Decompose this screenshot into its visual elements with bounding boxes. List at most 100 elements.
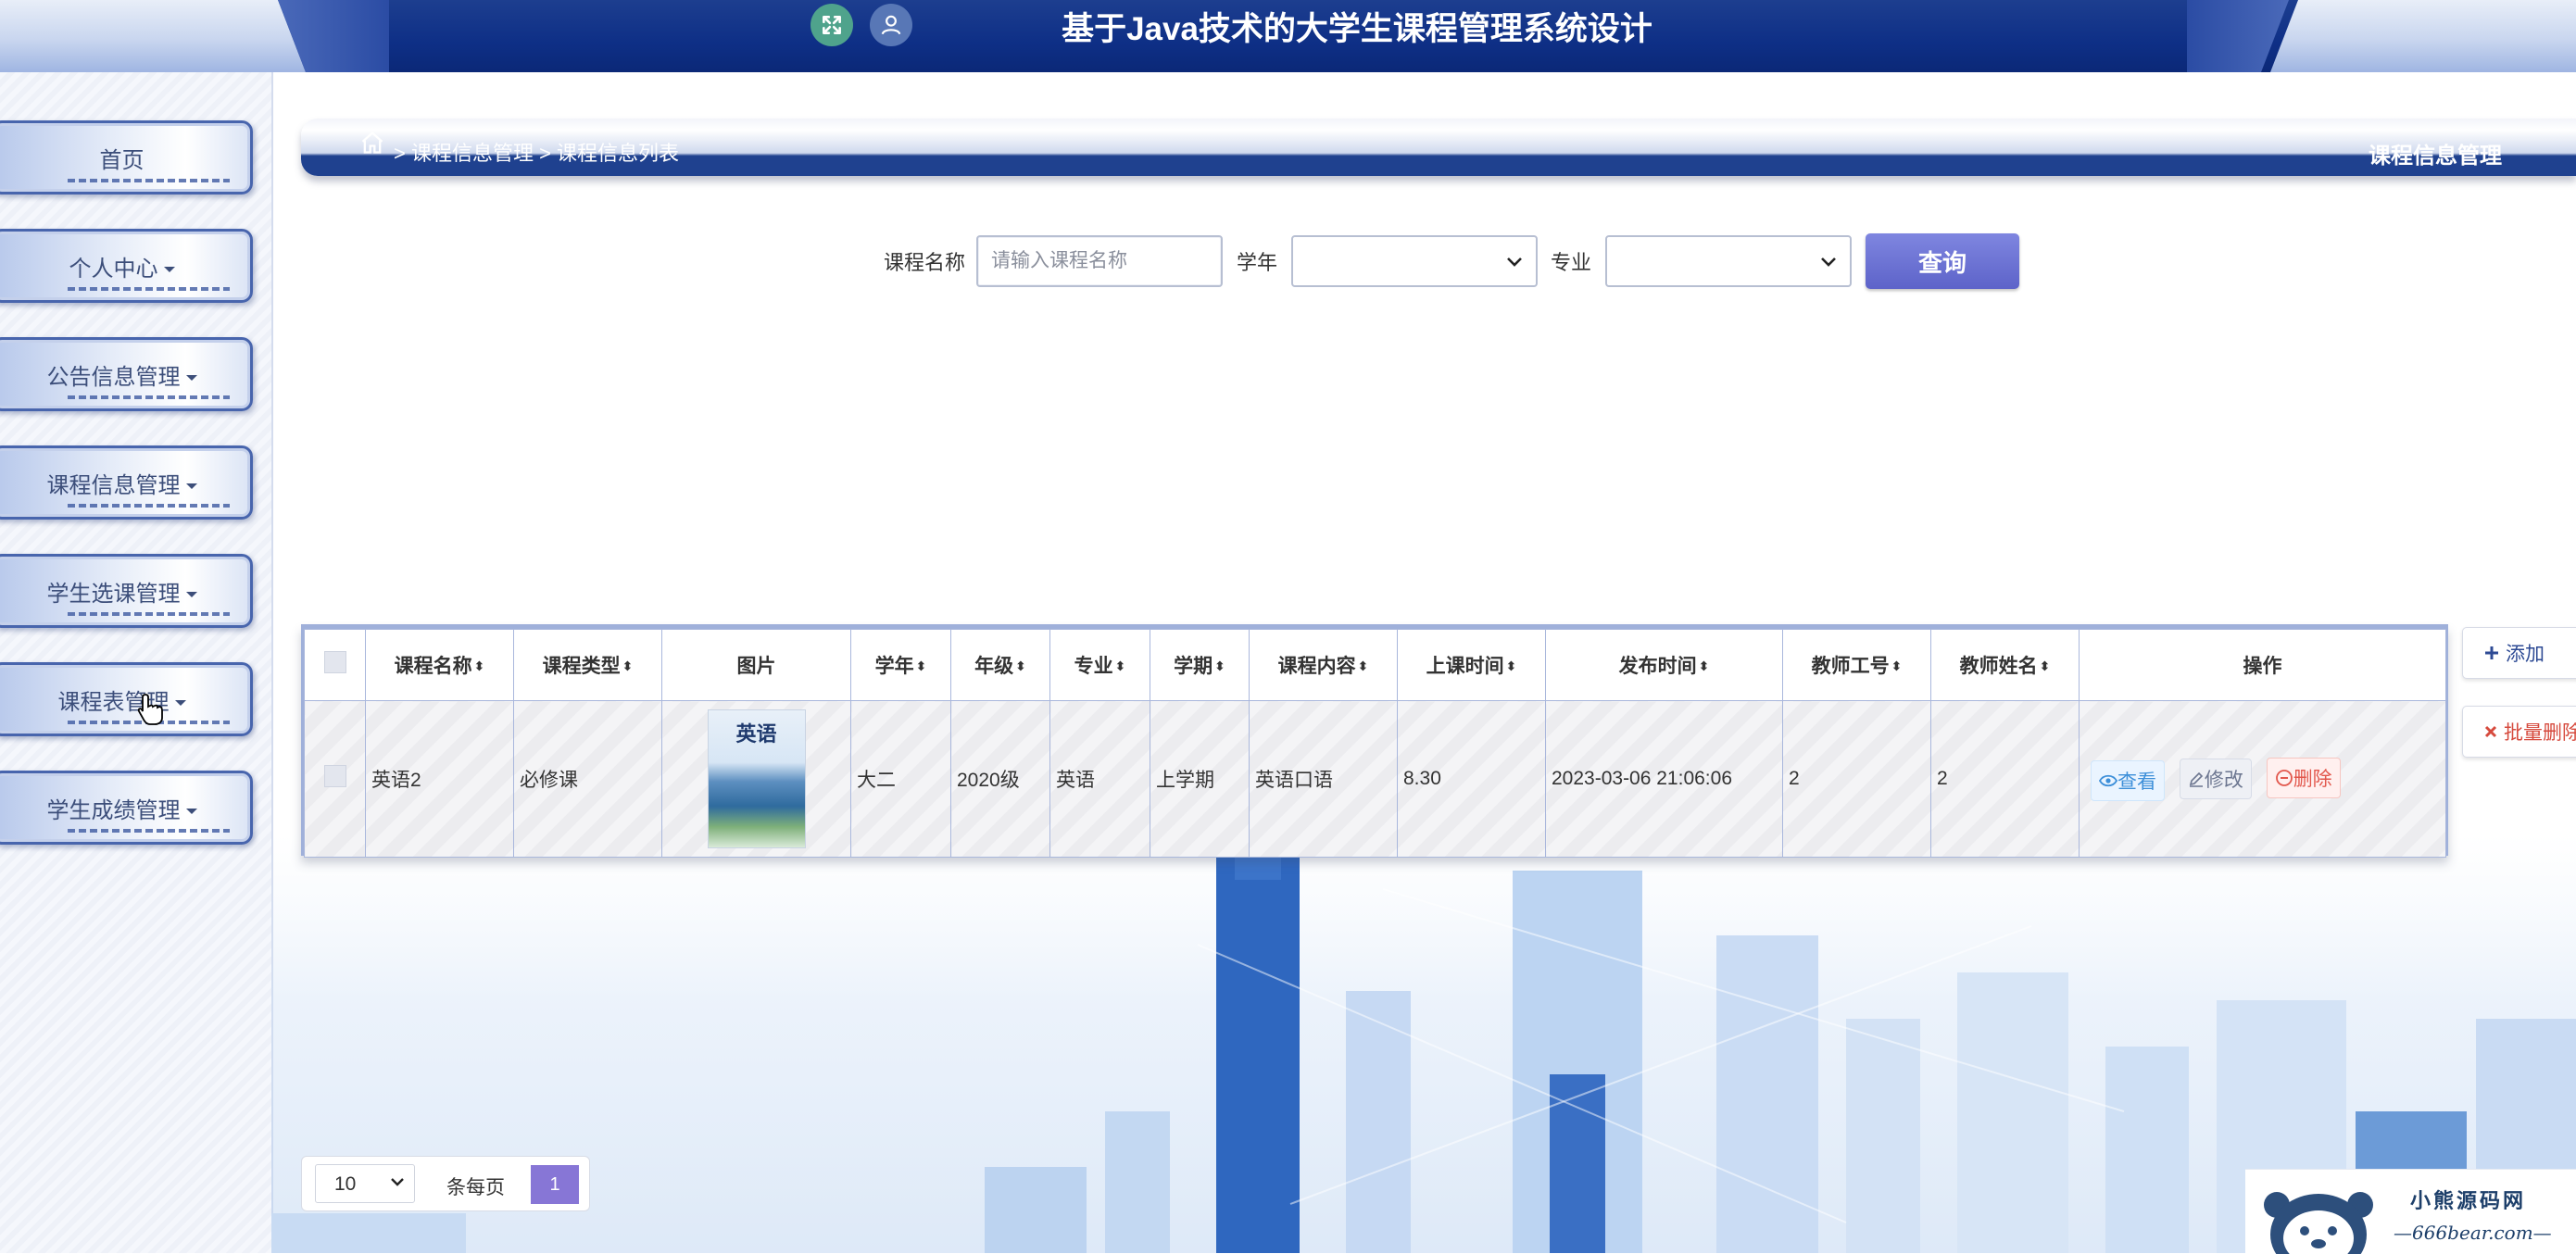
image-cell: 英语	[661, 700, 851, 858]
fullscreen-icon	[823, 16, 841, 34]
column-header[interactable]: 教师姓名 ⬍	[1930, 629, 2080, 701]
sort-icon[interactable]: ⬍	[474, 658, 485, 674]
decorative-dots	[68, 395, 230, 399]
row-select-cell[interactable]	[304, 700, 366, 858]
sidebar-item-label: 学生成绩管理	[46, 798, 181, 823]
grade-cell: 2020级	[950, 700, 1050, 858]
page-title: 课程信息管理	[2369, 144, 2502, 169]
header-left-wing	[0, 0, 306, 72]
bear-logo-icon	[2264, 1192, 2373, 1254]
add-button[interactable]: 添加	[2462, 627, 2576, 679]
sidebar-item-course-selection[interactable]: 学生选课管理	[0, 554, 253, 628]
school-year-label: 学年	[1237, 251, 1278, 274]
content-cell: 英语口语	[1249, 700, 1398, 858]
column-header[interactable]: 教师工号 ⬍	[1782, 629, 1931, 701]
sidebar-item-announcements[interactable]: 公告信息管理	[0, 337, 253, 411]
column-header[interactable]: 课程内容 ⬍	[1249, 629, 1398, 701]
view-button[interactable]: 查看	[2091, 759, 2165, 801]
fullscreen-button[interactable]	[810, 4, 853, 46]
minus-circle-icon	[2275, 769, 2293, 786]
eye-icon	[2099, 774, 2117, 786]
sidebar-item-grades[interactable]: 学生成绩管理	[0, 771, 253, 845]
sort-icon[interactable]: ⬍	[1891, 658, 1903, 674]
sidebar-item-label: 个人中心	[69, 257, 158, 282]
publish-time-cell: 2023-03-06 21:06:06	[1545, 700, 1783, 858]
sort-icon[interactable]: ⬍	[622, 658, 634, 674]
watermark-url: —666bear.com—	[2394, 1222, 2552, 1244]
course-type-cell: 必修课	[513, 700, 662, 858]
caret-down-icon	[185, 592, 197, 597]
course-cover-image[interactable]: 英语	[707, 709, 806, 848]
decorative-dots	[68, 504, 230, 508]
major-select[interactable]	[1605, 235, 1852, 287]
page-size-value: 10	[334, 1173, 357, 1195]
course-name-input[interactable]	[976, 235, 1223, 287]
sort-icon[interactable]: ⬍	[1699, 658, 1710, 674]
course-table: 课程名称 ⬍ 课程类型 ⬍ 图片 学年 ⬍ 年级 ⬍ 专业 ⬍ 学期 ⬍ 课程内容 ⬍ 上课时…	[301, 624, 2448, 858]
pencil-icon	[2189, 771, 2203, 787]
sort-icon[interactable]: ⬍	[1214, 658, 1225, 674]
course-name-cell: 英语2	[365, 700, 514, 858]
header-right-wing	[2270, 0, 2576, 72]
sort-icon[interactable]: ⬍	[916, 658, 927, 674]
caret-down-icon	[185, 809, 197, 814]
watermark-title: 小熊源码网	[2410, 1189, 2527, 1213]
column-header[interactable]: 发布时间 ⬍	[1545, 629, 1783, 701]
major-cell: 英语	[1049, 700, 1150, 858]
city-skyline-background	[271, 834, 2576, 1253]
column-header: 图片	[661, 629, 851, 701]
delete-button[interactable]: 删除	[2266, 757, 2341, 798]
profile-button[interactable]	[870, 4, 912, 46]
decorative-dots	[68, 829, 230, 833]
caret-down-icon	[185, 375, 197, 381]
decorative-dots	[68, 287, 230, 291]
column-header[interactable]: 学年 ⬍	[850, 629, 951, 701]
column-header[interactable]: 课程类型 ⬍	[513, 629, 662, 701]
column-header[interactable]: 课程名称 ⬍	[365, 629, 514, 701]
sidebar-item-home[interactable]: 首页	[0, 120, 253, 194]
teacher-id-cell: 2	[1782, 700, 1931, 858]
hand-cursor-icon	[137, 694, 163, 725]
top-header: 基于Java技术的大学生课程管理系统设计	[0, 0, 2576, 72]
major-label: 专业	[1551, 251, 1592, 274]
sidebar: 首页 个人中心 公告信息管理 课程信息管理 学生选课管理 课程表管理 学生成绩管…	[0, 72, 273, 1253]
sort-icon[interactable]: ⬍	[1506, 658, 1517, 674]
sort-icon[interactable]: ⬍	[1015, 658, 1026, 674]
term-cell: 上学期	[1150, 700, 1250, 858]
page-size-select[interactable]: 10	[315, 1164, 415, 1203]
user-icon	[881, 15, 901, 35]
column-header[interactable]: 上课时间 ⬍	[1397, 629, 1546, 701]
batch-delete-button[interactable]: 批量删除	[2462, 706, 2576, 758]
page-button-current[interactable]: 1	[531, 1165, 579, 1204]
class-time-cell: 8.30	[1397, 700, 1546, 858]
table-row: 英语2 必修课 英语 大二 2020级 英语 上学期 英语口语 8.30 202…	[304, 700, 2446, 858]
search-button[interactable]: 查询	[1866, 233, 2019, 289]
decorative-dots	[68, 612, 230, 616]
sort-icon[interactable]: ⬍	[2040, 658, 2051, 674]
close-icon	[2484, 725, 2497, 738]
table-header-row: 课程名称 ⬍ 课程类型 ⬍ 图片 学年 ⬍ 年级 ⬍ 专业 ⬍ 学期 ⬍ 课程内容 ⬍ 上课时…	[304, 629, 2446, 701]
chevron-down-icon	[1821, 257, 1836, 267]
chevron-down-icon	[1507, 257, 1522, 267]
sidebar-item-timetable[interactable]: 课程表管理	[0, 662, 253, 736]
sort-icon[interactable]: ⬍	[1358, 658, 1369, 674]
row-checkbox[interactable]	[323, 765, 346, 787]
sidebar-item-personal-center[interactable]: 个人中心	[0, 229, 253, 303]
column-header[interactable]: 专业 ⬍	[1049, 629, 1150, 701]
edit-button[interactable]: 修改	[2179, 758, 2252, 799]
sort-icon[interactable]: ⬍	[1115, 658, 1126, 674]
plus-icon	[2485, 646, 2498, 659]
select-all-checkbox[interactable]	[323, 651, 346, 673]
sidebar-item-label: 课程信息管理	[46, 473, 181, 498]
column-header[interactable]: 学期 ⬍	[1150, 629, 1250, 701]
chevron-down-icon	[391, 1178, 404, 1186]
column-header[interactable]: 年级 ⬍	[950, 629, 1050, 701]
school-year-select[interactable]	[1291, 235, 1538, 287]
select-all-cell[interactable]	[304, 629, 366, 701]
home-icon[interactable]	[358, 130, 386, 156]
pagination: 10 条每页 1	[301, 1156, 590, 1211]
school-year-cell: 大二	[850, 700, 951, 858]
sidebar-item-label: 公告信息管理	[46, 365, 181, 390]
sidebar-item-label: 学生选课管理	[46, 582, 181, 607]
sidebar-item-course-info[interactable]: 课程信息管理	[0, 445, 253, 520]
